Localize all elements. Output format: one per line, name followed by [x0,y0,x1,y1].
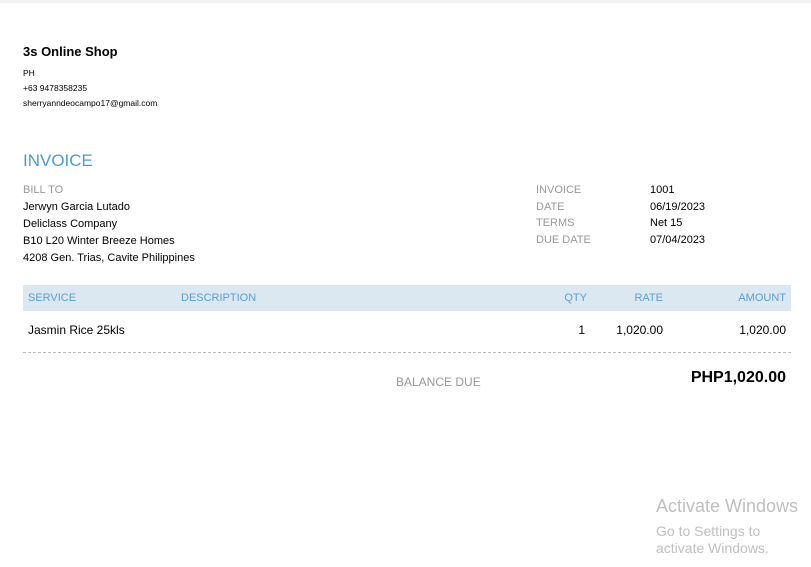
due-date-label: DUE DATE [536,234,591,246]
top-border [0,0,811,3]
cell-service: Jasmin Rice 25kls [28,323,125,337]
due-date-value: 07/04/2023 [650,234,706,246]
header-rate: RATE [634,292,663,304]
bill-to-line: Deliclass Company [23,218,118,230]
cell-amount: 1,020.00 [739,323,786,337]
date-value: 06/19/2023 [650,201,706,213]
company-name: 3s Online Shop [23,44,118,59]
activate-windows-hint: Go to Settings to activate Windows. [656,523,769,556]
header-description: DESCRIPTION [181,292,257,304]
cell-qty: 1 [578,323,585,337]
bill-to-line: Jerwyn Garcia Lutado [23,201,130,213]
invoice-number-label: INVOICE [536,184,582,196]
header-amount: AMOUNT [738,292,786,304]
balance-due-label: BALANCE DUE [396,375,481,389]
bill-to-line: B10 L20 Winter Breeze Homes [23,235,175,247]
date-label: DATE [536,201,565,213]
header-service: SERVICE [28,292,77,304]
bill-to-label: BILL TO [23,184,64,196]
activate-windows-watermark-box: Activate Windows Go to Settings to activ… [656,496,806,557]
cell-rate: 1,020.00 [616,323,663,337]
invoice-title: INVOICE [23,151,93,170]
invoice-number-value: 1001 [650,184,675,196]
activate-windows-watermark: Activate Windows [656,496,799,516]
company-country: PH [23,68,35,78]
terms-label: TERMS [536,217,575,229]
divider [23,352,791,353]
balance-due-value: PHP1,020.00 [690,369,786,386]
company-phone: +63 9478358235 [23,83,88,93]
table-header: SERVICE DESCRIPTION QTY RATE AMOUNT [23,285,791,311]
bill-to-line: 4208 Gen. Trias, Cavite Philippines [23,252,195,264]
header-qty: QTY [564,292,587,304]
terms-value: Net 15 [650,217,683,229]
company-email: sherryanndeocampo17@gmail.com [23,98,158,108]
